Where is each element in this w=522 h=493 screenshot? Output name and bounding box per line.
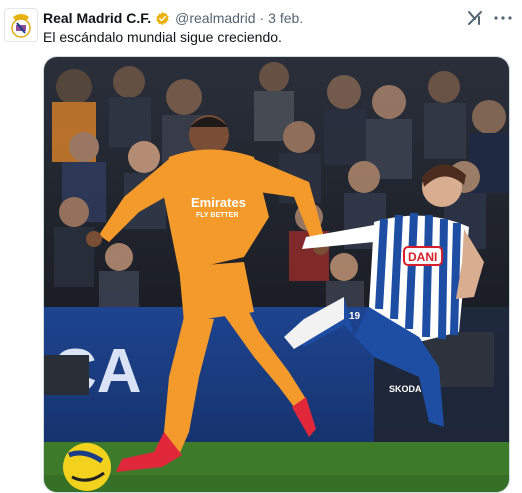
- tweet-photo[interactable]: CA Emirates FLY BETTER DANI SKODA 19: [43, 56, 510, 493]
- tweet-text: El escándalo mundial sigue creciendo.: [43, 29, 282, 45]
- player-number: 19: [349, 311, 361, 322]
- avatar[interactable]: [4, 8, 38, 42]
- madrid-sponsor-sub: FLY BETTER: [196, 212, 238, 219]
- football: [63, 443, 111, 491]
- espanyol-sponsor: DANI: [408, 250, 437, 264]
- author-name[interactable]: Real Madrid C.F.: [43, 10, 151, 26]
- tweet-header: Real Madrid C.F. @realmadrid · 3 feb.: [43, 8, 303, 28]
- author-handle[interactable]: @realmadrid: [175, 10, 255, 26]
- verified-badge-icon: [155, 11, 170, 26]
- shorts-sponsor: SKODA: [389, 384, 422, 394]
- real-madrid-crest-icon: [11, 14, 31, 38]
- football-match-photo: CA Emirates FLY BETTER DANI SKODA 19: [44, 57, 509, 492]
- grok-icon[interactable]: [464, 7, 486, 29]
- separator-dot: ·: [259, 10, 265, 26]
- more-options-icon[interactable]: [492, 8, 514, 28]
- madrid-sponsor: Emirates: [191, 195, 246, 210]
- tweet-date[interactable]: 3 feb.: [268, 10, 303, 26]
